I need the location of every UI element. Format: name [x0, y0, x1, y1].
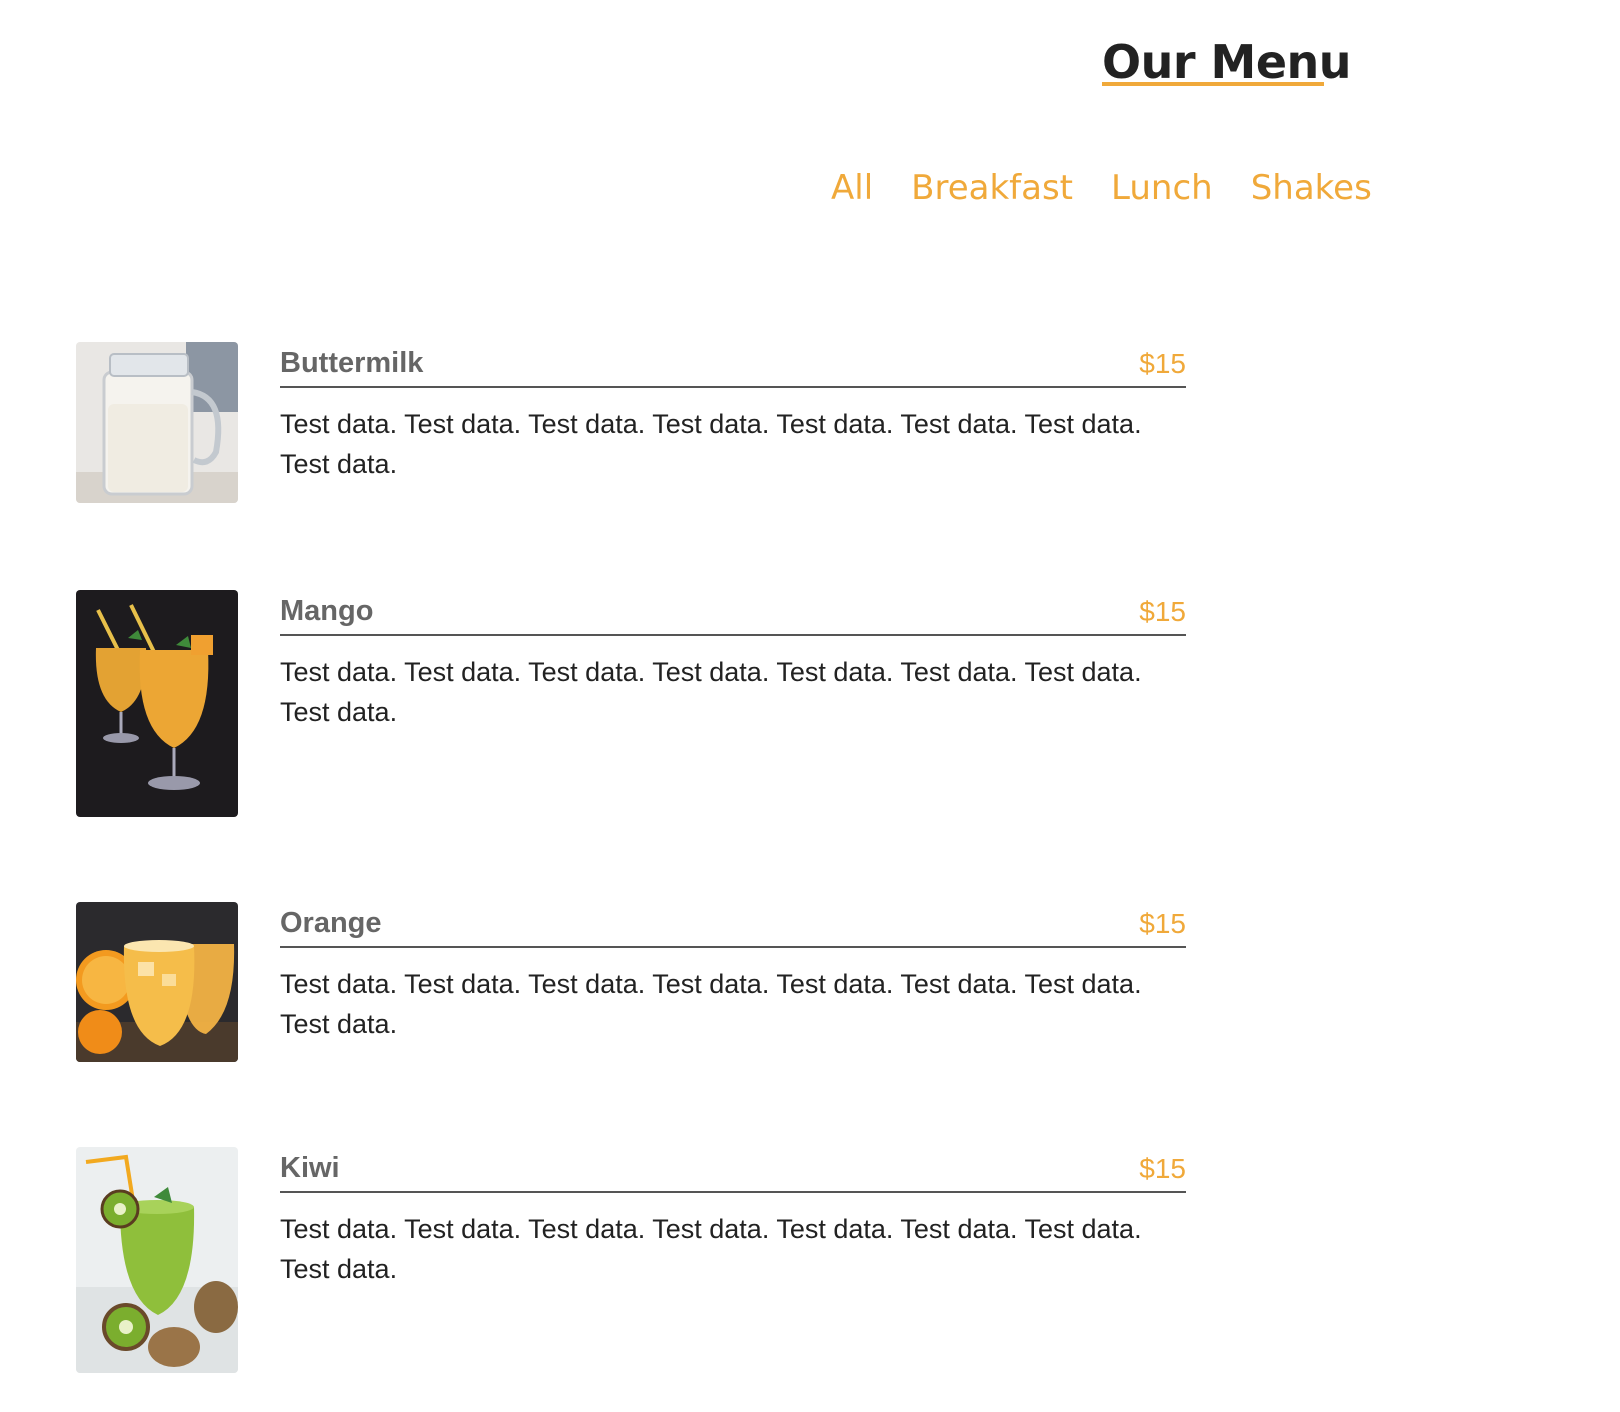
item-price: $15	[1139, 348, 1186, 379]
item-name: Mango	[280, 595, 374, 627]
item-description: Test data. Test data. Test data. Test da…	[280, 657, 1142, 727]
item-name: Buttermilk	[280, 347, 424, 379]
item-price: $15	[1139, 1153, 1186, 1184]
item-name: Kiwi	[280, 1152, 340, 1184]
kiwi-image	[76, 1147, 238, 1373]
filter-tab-all[interactable]: All	[831, 168, 873, 208]
filter-tab-shakes[interactable]: Shakes	[1251, 168, 1372, 208]
item-description: Test data. Test data. Test data. Test da…	[280, 969, 1142, 1039]
orange-image	[76, 902, 238, 1062]
filter-tab-breakfast[interactable]: Breakfast	[911, 168, 1073, 208]
mango-image	[76, 590, 238, 817]
menu-filter-tabs: All Breakfast Lunch Shakes	[831, 168, 1372, 208]
item-price: $15	[1139, 908, 1186, 939]
item-description: Test data. Test data. Test data. Test da…	[280, 409, 1142, 479]
buttermilk-image	[76, 342, 238, 503]
item-description: Test data. Test data. Test data. Test da…	[280, 1214, 1142, 1284]
title-underline	[1102, 82, 1324, 86]
item-price: $15	[1139, 596, 1186, 627]
filter-tab-lunch[interactable]: Lunch	[1111, 168, 1213, 208]
item-name: Orange	[280, 907, 382, 939]
